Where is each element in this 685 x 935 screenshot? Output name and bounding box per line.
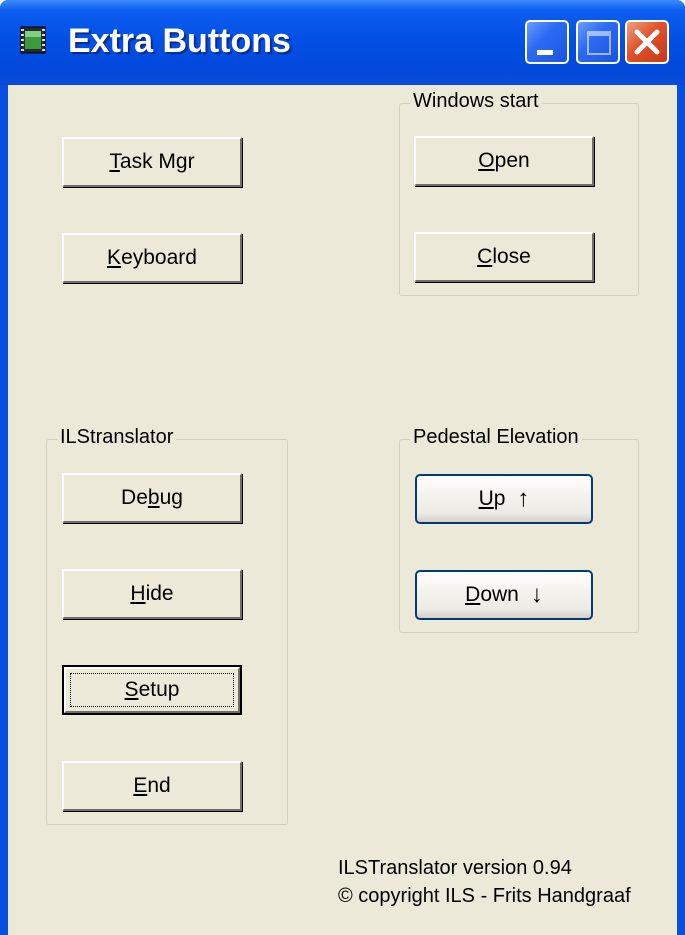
down-label: Down bbox=[465, 583, 519, 606]
open-label: Open bbox=[478, 149, 530, 172]
setup-label: Setup bbox=[124, 678, 180, 701]
minimize-icon bbox=[537, 50, 553, 55]
windows-start-group-label: Windows start bbox=[410, 90, 542, 113]
debug-button[interactable]: Debug bbox=[62, 473, 242, 523]
close-start-button[interactable]: Close bbox=[414, 232, 594, 282]
minimize-button[interactable] bbox=[525, 20, 569, 64]
hide-label: Hide bbox=[130, 582, 174, 605]
keyboard-label: Keyboard bbox=[107, 246, 197, 269]
debug-label: Debug bbox=[121, 486, 183, 509]
down-button[interactable]: Down ↓ bbox=[415, 570, 593, 620]
close-start-label: Close bbox=[477, 245, 531, 268]
end-button[interactable]: End bbox=[62, 761, 242, 811]
window-title: Extra Buttons bbox=[68, 22, 291, 60]
ilstranslator-group-label: ILStranslator bbox=[57, 426, 177, 449]
maximize-button[interactable] bbox=[576, 20, 620, 64]
close-icon bbox=[634, 29, 660, 55]
up-button[interactable]: Up ↑ bbox=[415, 474, 593, 524]
arrow-down-icon: ↓ bbox=[530, 581, 543, 608]
pedestal-elevation-group-label: Pedestal Elevation bbox=[410, 426, 582, 449]
close-button[interactable] bbox=[625, 20, 669, 64]
arrow-up-icon: ↑ bbox=[517, 485, 530, 512]
keyboard-button[interactable]: Keyboard bbox=[62, 233, 242, 283]
extra-buttons-window: Extra Buttons Task Mgr Keyboard Windows … bbox=[0, 0, 685, 935]
up-label: Up bbox=[478, 487, 506, 510]
hide-button[interactable]: Hide bbox=[62, 569, 242, 619]
open-button[interactable]: Open bbox=[414, 136, 594, 186]
client-area: Task Mgr Keyboard Windows start Open Clo… bbox=[8, 85, 677, 935]
end-label: End bbox=[133, 774, 171, 797]
maximize-icon bbox=[587, 31, 611, 55]
version-text: ILSTranslator version 0.94 bbox=[338, 857, 572, 879]
app-icon bbox=[20, 26, 46, 54]
title-bar[interactable]: Extra Buttons bbox=[0, 0, 685, 85]
task-mgr-button[interactable]: Task Mgr bbox=[62, 137, 242, 187]
setup-button[interactable]: Setup bbox=[62, 665, 242, 715]
copyright-text: © copyright ILS - Frits Handgraaf bbox=[338, 885, 631, 907]
task-mgr-label: Task Mgr bbox=[109, 150, 195, 173]
